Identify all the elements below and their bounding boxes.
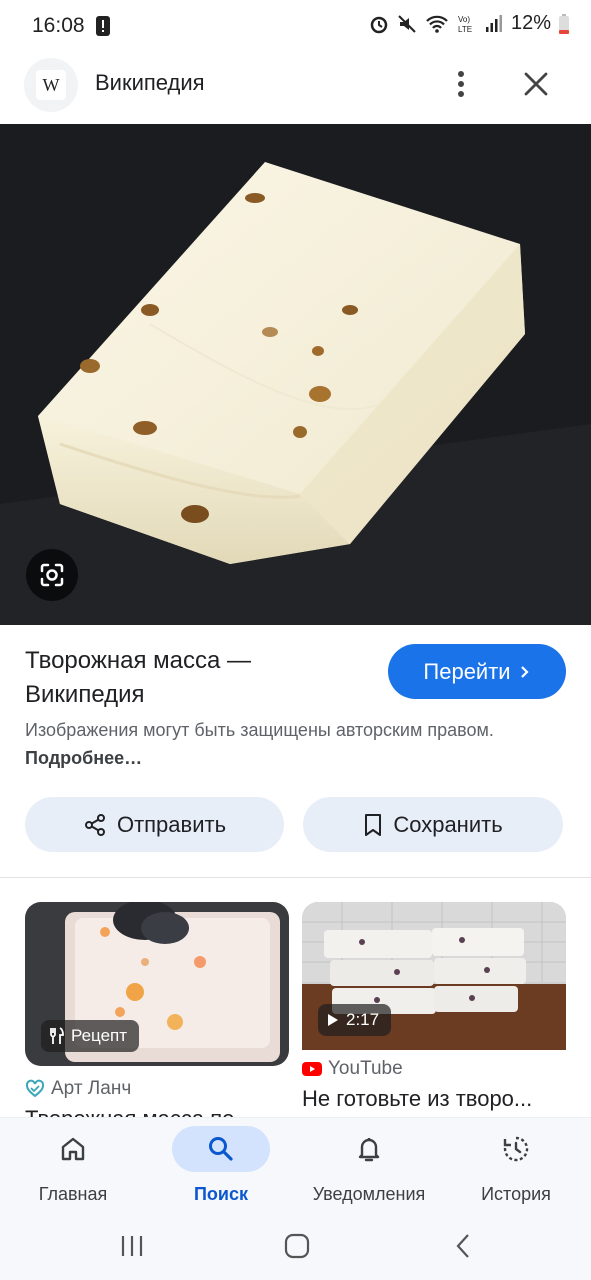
nav-label: Главная <box>38 1184 108 1204</box>
svg-text:LTE: LTE <box>458 25 472 34</box>
chevron-right-icon <box>520 665 529 678</box>
video-duration: 2:17 <box>346 1010 380 1029</box>
search-icon <box>209 1137 233 1161</box>
nav-icon-container <box>467 1126 565 1172</box>
save-label: Сохранить <box>393 811 503 837</box>
wikipedia-w-icon: W <box>36 70 66 100</box>
visit-button[interactable]: Перейти <box>388 644 566 699</box>
learn-more-link[interactable]: Подробнее… <box>25 748 142 768</box>
result-image[interactable] <box>0 124 591 625</box>
wikipedia-logo: W <box>24 58 78 112</box>
play-icon <box>328 1014 338 1026</box>
home-button-icon[interactable] <box>283 1232 311 1260</box>
nav-home[interactable]: Главная <box>3 1126 143 1205</box>
recipe-badge: Рецепт <box>41 1020 140 1052</box>
nav-notifications[interactable]: Уведомления <box>299 1126 439 1205</box>
copyright-notice: Изображения могут быть защищены авторски… <box>25 716 565 772</box>
result-title[interactable]: Творожная масса — Википедия <box>25 644 355 712</box>
share-icon <box>84 813 105 836</box>
recipe-badge-label: Рецепт <box>71 1026 128 1045</box>
status-time: 16:08 <box>32 14 85 37</box>
divider <box>0 877 591 878</box>
related-source: Арт Ланч <box>25 1078 289 1100</box>
close-icon[interactable] <box>516 64 556 104</box>
bottom-navigation: Главная Поиск Уведомления История <box>0 1118 591 1218</box>
copyright-text: Изображения могут быть защищены авторски… <box>25 720 494 740</box>
visit-button-label: Перейти <box>423 658 511 684</box>
nav-label: История <box>481 1184 551 1204</box>
battery-icon <box>559 13 569 34</box>
bell-icon <box>358 1138 380 1162</box>
home-icon <box>61 1137 85 1161</box>
nav-icon-container <box>172 1126 270 1172</box>
nav-icon-container <box>24 1126 122 1172</box>
signal-icon <box>485 14 502 32</box>
related-thumbnail[interactable]: Рецепт <box>25 902 289 1066</box>
save-button[interactable]: Сохранить <box>303 797 563 852</box>
svg-text:Vo): Vo) <box>458 15 470 24</box>
lens-icon <box>40 563 64 587</box>
mute-icon <box>398 14 416 33</box>
bookmark-icon <box>365 813 382 836</box>
battery-percent: 12% <box>510 12 551 34</box>
back-icon[interactable] <box>450 1232 478 1260</box>
nav-label: Уведомления <box>312 1184 426 1204</box>
system-navigation-bar <box>0 1218 591 1280</box>
status-icons: Vo) LTE 12% <box>369 12 569 35</box>
viewer-header: W Википедия <box>0 54 591 124</box>
art-lanch-logo-icon <box>25 1079 45 1098</box>
source-name: Арт Ланч <box>51 1078 132 1099</box>
fork-knife-icon <box>50 1027 64 1044</box>
nav-search[interactable]: Поиск <box>151 1126 291 1205</box>
related-thumbnail[interactable]: 2:17 <box>302 902 566 1066</box>
more-options-icon[interactable] <box>441 64 481 104</box>
nav-icon-container <box>320 1126 418 1172</box>
share-button[interactable]: Отправить <box>25 797 284 852</box>
related-title[interactable]: Не готовьте из творо... <box>302 1086 566 1112</box>
nav-history[interactable]: История <box>446 1126 586 1205</box>
google-lens-button[interactable] <box>26 549 78 601</box>
wifi-icon <box>426 15 448 33</box>
related-card[interactable]: 2:17 YouTube Не готовьте из творо... <box>302 902 566 1112</box>
curd-cheese-image <box>0 124 591 625</box>
video-duration-badge: 2:17 <box>318 1004 392 1036</box>
site-name: Википедия <box>95 70 205 95</box>
alert-icon <box>96 16 110 36</box>
related-card[interactable]: Рецепт Арт Ланч Творожная масса по... <box>25 902 289 1132</box>
alarm-icon <box>370 16 388 33</box>
share-label: Отправить <box>116 811 227 837</box>
volte-icon: Vo)LTE <box>458 15 472 34</box>
history-icon <box>503 1136 529 1162</box>
status-bar: 16:08 Vo) LTE 12% <box>0 0 591 54</box>
recent-apps-icon[interactable] <box>118 1232 146 1260</box>
nav-label: Поиск <box>193 1184 249 1204</box>
